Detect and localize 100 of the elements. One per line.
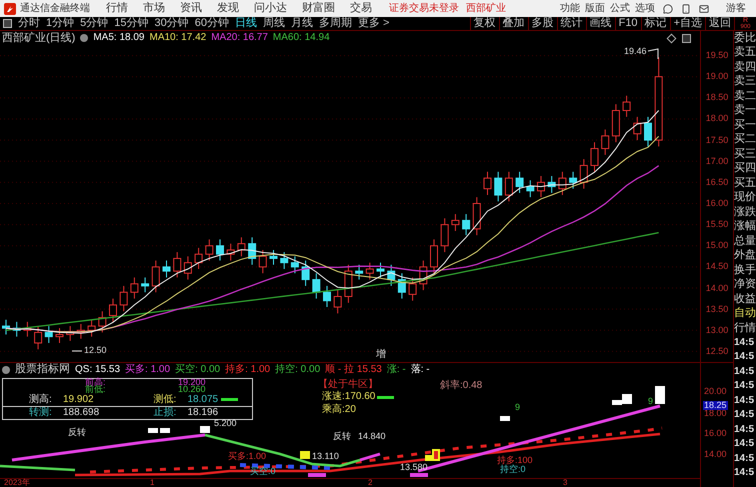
time-label: 14:5 (734, 364, 756, 379)
toolbar-button[interactable]: 画线 (586, 17, 615, 30)
chart-label: 持空:0 (500, 465, 526, 474)
chart-label: 反转 (333, 432, 351, 441)
indicator-axis-label: 20.00 (703, 387, 728, 396)
price-axis-label: 14.50 (706, 262, 728, 272)
menu-item[interactable]: 问小达 (254, 3, 287, 14)
date-label: 2023年 (4, 479, 30, 487)
price-axis-label: 13.00 (706, 326, 728, 335)
menu-item[interactable]: 功能 (560, 4, 580, 14)
time-label: 14:5 (734, 336, 756, 350)
table-label: 前高: (85, 378, 107, 387)
user-name[interactable]: 游客 (726, 4, 746, 14)
quote-label: 自动 (734, 306, 756, 321)
indicator-value: 持空: 0.00 (275, 364, 320, 374)
price-axis-label: 17.00 (706, 156, 728, 166)
smartphone-icon[interactable] (681, 4, 691, 14)
toolbar-button[interactable]: F10 (614, 17, 641, 30)
indicator-axis-label: 18.00 (703, 409, 728, 418)
indicator-value: 持多: 1.00 (225, 364, 270, 374)
envelope-icon[interactable] (699, 4, 709, 14)
toolbar-button[interactable]: 标记 (640, 17, 670, 30)
period-tab[interactable]: 月线 (288, 18, 316, 29)
menu-item[interactable]: 公式 (610, 4, 630, 14)
toolbar-button[interactable]: 多股 (528, 17, 557, 30)
date-label: 2 (368, 479, 372, 487)
chart-label: 9 (515, 403, 520, 412)
multiple-value: 乘高:20 (322, 405, 356, 415)
price-axis-label: 16.50 (706, 178, 728, 187)
time-label: 14:5 (734, 379, 756, 394)
stock-name: 西部矿业 (466, 4, 506, 14)
bull-zone-status: 【处于牛区】 (318, 380, 378, 390)
panel-icon[interactable] (682, 34, 691, 43)
app-name: 通达信金融终端 (20, 4, 90, 14)
quote-label: 净资 (734, 278, 756, 292)
period-tab[interactable]: 1分钟 (43, 18, 78, 29)
toolbar-button[interactable]: 复权 (470, 17, 499, 30)
menu-item[interactable]: 选项 (635, 4, 655, 14)
period-tab[interactable]: 日线 (232, 18, 260, 29)
quote-label: 卖五 (734, 46, 756, 60)
toolbar-button[interactable]: 返回 (705, 17, 734, 30)
indicator-value: 买空: 0.00 (175, 364, 220, 374)
indicator-value: QS: 15.53 (75, 364, 120, 374)
period-tab[interactable]: 多周期 (316, 18, 355, 29)
time-label: 14:5 (734, 394, 756, 408)
quote-label: 卖三 (734, 74, 756, 89)
speed-value: 涨速:170.60 (322, 392, 376, 402)
signal-block (200, 426, 210, 433)
toolbar-button[interactable]: 叠加 (498, 17, 528, 30)
chart-label: 买多:1.00 (228, 452, 266, 461)
indicator-value: 买多: 1.00 (125, 364, 170, 374)
period-tab[interactable]: 30分钟 (152, 18, 192, 29)
chart-label: 买空:0 (250, 467, 276, 476)
quote-label: 收益 (734, 292, 756, 306)
settings-icon[interactable] (80, 34, 88, 42)
toolbar-button[interactable]: +自选 (670, 17, 705, 30)
time-label: 14:5 (734, 408, 756, 422)
settings-icon[interactable] (2, 366, 10, 374)
period-tab[interactable]: 5分钟 (77, 18, 112, 29)
chat-bubble-icon[interactable] (663, 4, 673, 14)
quote-label: 委比 (734, 31, 756, 46)
price-axis-label: 12.50 (706, 347, 728, 356)
signal-block (655, 386, 665, 404)
menu-item[interactable]: 版面 (585, 4, 605, 14)
menu-item[interactable]: 市场 (143, 3, 165, 14)
table-label: 测低: (152, 394, 178, 404)
signal-block (308, 473, 326, 477)
chart-label: 14.840 (358, 432, 386, 441)
menu-item[interactable]: 行情 (106, 3, 128, 14)
signal-block (300, 451, 310, 459)
speed-bar (377, 396, 394, 398)
period-tab[interactable]: 60分钟 (192, 18, 232, 29)
leader-line (72, 350, 82, 352)
high-price-label: 19.46 (624, 47, 647, 56)
time-label: 14:5 (734, 350, 756, 364)
menu-item[interactable]: 交易 (350, 3, 372, 14)
period-tab[interactable]: 15分钟 (111, 18, 152, 29)
indicator-axis-label: 18.25 (703, 401, 728, 410)
period-tab[interactable]: 周线 (260, 18, 288, 29)
table-value: 18.196 (186, 408, 218, 418)
time-label: 14:5 (734, 437, 756, 452)
signal-block (500, 416, 510, 421)
indicator-value: 涨: - (386, 364, 406, 374)
quote-label: 行情 (734, 321, 756, 336)
period-tab[interactable]: 分时 (15, 18, 43, 29)
price-axis-label: 18.00 (706, 114, 728, 124)
table-label: 前低: (85, 385, 107, 394)
price-axis-label: 19.50 (706, 51, 728, 60)
table-value: 18.075 (186, 394, 218, 404)
ma-legend: MA20: 16.77 (211, 33, 268, 43)
chart-title: 西部矿业(日线) (2, 32, 76, 44)
menu-item[interactable]: 发现 (217, 3, 239, 14)
period-tab[interactable]: 更多 > (355, 18, 392, 29)
table-label: 止损: (152, 408, 178, 418)
menu-item[interactable]: 财富圈 (302, 3, 335, 14)
panel-toggle-icon[interactable] (3, 19, 12, 28)
quote-label: 买二 (734, 132, 756, 147)
menu-item[interactable]: 资讯 (180, 3, 202, 14)
toolbar-button[interactable]: 统计 (556, 17, 586, 30)
login-status: 证券交易未登录 (389, 4, 459, 14)
